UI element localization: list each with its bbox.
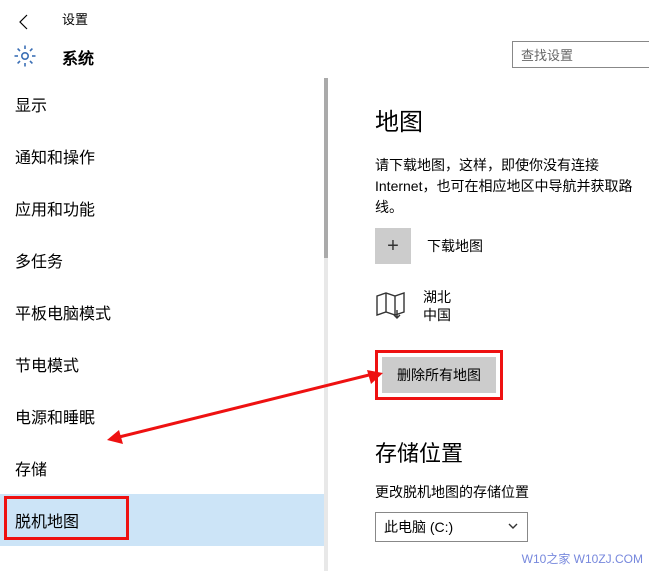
sidebar-item-label: 平板电脑模式	[15, 300, 111, 324]
sidebar-item-label: 脱机地图	[15, 508, 79, 532]
search-placeholder: 查找设置	[521, 45, 573, 64]
content-panel: 地图 请下载地图，这样，即使你没有连接 Internet，也可在相应地区中导航并…	[329, 78, 649, 571]
sidebar-item-battery[interactable]: 节电模式	[0, 338, 328, 390]
sidebar-item-label: 显示	[15, 92, 47, 116]
storage-dropdown[interactable]: 此电脑 (C:)	[375, 512, 528, 542]
sidebar-item-label: 应用和功能	[15, 196, 95, 220]
sidebar: 显示 通知和操作 应用和功能 多任务 平板电脑模式 节电模式 电源和睡眠 存储 …	[0, 78, 329, 571]
map-region: 湖北	[423, 288, 451, 306]
map-entry[interactable]: 湖北 中国	[375, 288, 649, 324]
storage-title: 存储位置	[375, 436, 649, 468]
chevron-down-icon	[507, 519, 519, 535]
download-label: 下载地图	[427, 236, 483, 256]
sidebar-item-label: 通知和操作	[15, 144, 95, 168]
page-title: 地图	[375, 102, 649, 137]
delete-all-maps-button[interactable]: 删除所有地图	[382, 357, 496, 393]
scroll-thumb[interactable]	[324, 78, 328, 258]
sidebar-item-label: 节电模式	[15, 352, 79, 376]
page-description: 请下载地图，这样，即使你没有连接 Internet，也可在相应地区中导航并获取路…	[375, 155, 649, 218]
sidebar-item-power[interactable]: 电源和睡眠	[0, 390, 328, 442]
map-country: 中国	[423, 306, 451, 324]
storage-description: 更改脱机地图的存储位置	[375, 482, 649, 502]
system-heading: 系统	[62, 45, 94, 69]
sidebar-item-display[interactable]: 显示	[0, 78, 328, 130]
sidebar-item-storage[interactable]: 存储	[0, 442, 328, 494]
sidebar-item-notifications[interactable]: 通知和操作	[0, 130, 328, 182]
sidebar-item-label: 电源和睡眠	[15, 404, 95, 428]
sidebar-item-multitask[interactable]: 多任务	[0, 234, 328, 286]
dropdown-value: 此电脑 (C:)	[384, 517, 453, 537]
scrollbar[interactable]	[324, 78, 328, 571]
watermark: W10之家 W10ZJ.COM	[522, 550, 643, 567]
download-maps-button[interactable]: +	[375, 228, 411, 264]
gear-icon	[13, 44, 37, 71]
sidebar-item-label: 存储	[15, 456, 47, 480]
back-button[interactable]	[10, 8, 38, 36]
sidebar-item-tablet[interactable]: 平板电脑模式	[0, 286, 328, 338]
settings-app-title: 设置	[62, 9, 88, 28]
map-icon	[375, 290, 409, 323]
sidebar-item-offline-maps[interactable]: 脱机地图	[0, 494, 328, 546]
delete-highlight: 删除所有地图	[375, 350, 503, 400]
search-input[interactable]: 查找设置	[512, 41, 649, 68]
plus-icon: +	[387, 235, 399, 258]
sidebar-item-apps[interactable]: 应用和功能	[0, 182, 328, 234]
sidebar-item-label: 多任务	[15, 248, 63, 272]
